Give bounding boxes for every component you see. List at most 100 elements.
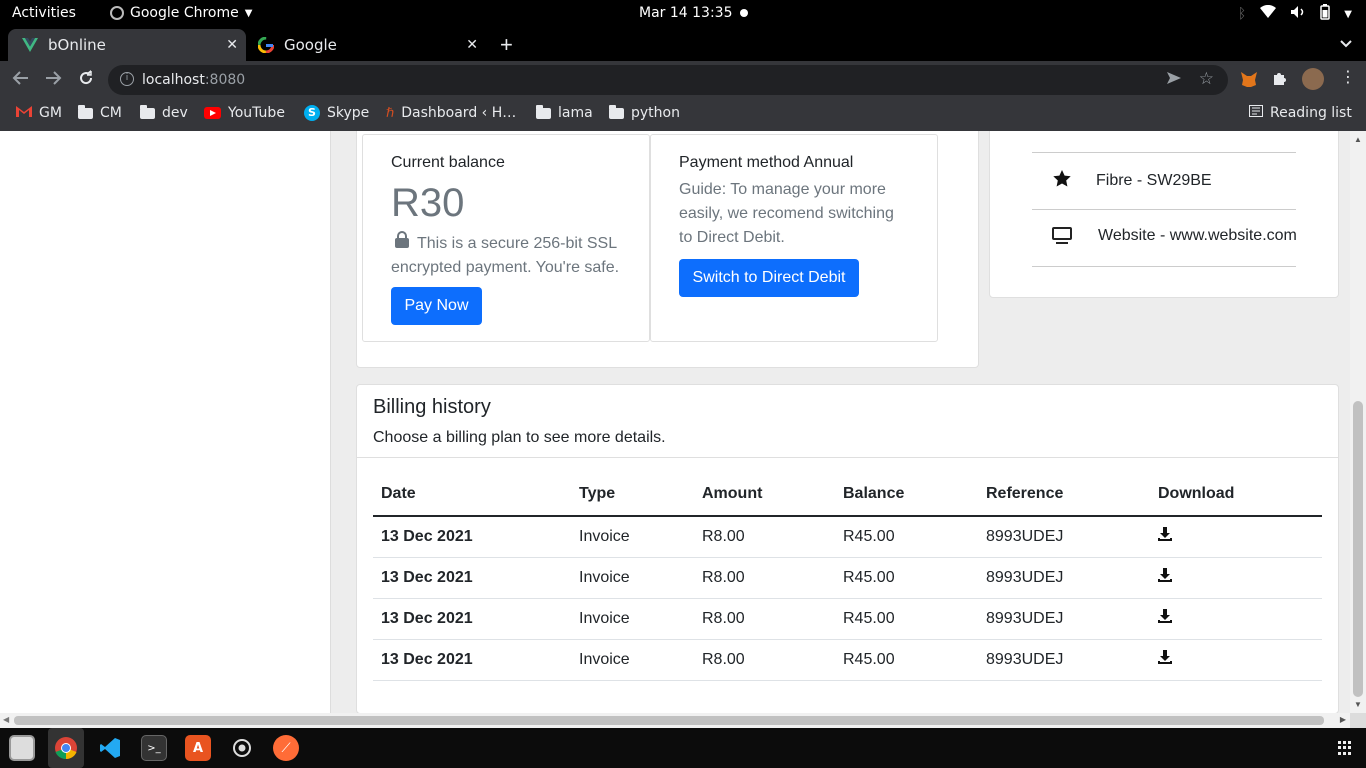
close-tab-icon[interactable]: ✕ — [226, 37, 238, 53]
bookmark-dev[interactable]: dev — [140, 104, 188, 121]
table-row[interactable]: 13 Dec 2021 Invoice R8.00 R45.00 8993UDE… — [373, 516, 1322, 558]
table-row[interactable]: 13 Dec 2021 Invoice R8.00 R45.00 8993UDE… — [373, 639, 1322, 681]
chrome-dock-icon[interactable] — [53, 735, 79, 761]
send-to-device-icon[interactable] — [1166, 71, 1182, 89]
address-bar[interactable]: i localhost:8080 ☆ — [108, 65, 1228, 95]
services-card: Fibre - SW29BE Website - www.website.com — [989, 131, 1339, 298]
column-header: Type — [571, 473, 694, 517]
bookmark-skype[interactable]: S Skype — [304, 105, 369, 121]
app-menu-label: Google Chrome — [130, 5, 239, 21]
row-balance: R45.00 — [835, 598, 978, 640]
current-balance-card: Current balance R30 This is a secure 256… — [362, 134, 650, 342]
monitor-icon — [1052, 227, 1072, 245]
row-date: 13 Dec 2021 — [373, 557, 571, 599]
row-date: 13 Dec 2021 — [373, 639, 571, 681]
divider — [1032, 152, 1296, 153]
row-amount: R8.00 — [694, 639, 835, 681]
settings-gear-icon[interactable] — [229, 735, 255, 761]
clock[interactable]: Mar 14 13:35 — [639, 5, 732, 21]
column-header: Download — [1150, 473, 1322, 517]
wifi-icon[interactable] — [1260, 4, 1277, 23]
tab-google[interactable]: Google ✕ — [246, 29, 486, 61]
scroll-up-arrow-icon[interactable]: ▲ — [1354, 135, 1362, 144]
bookmark-lama[interactable]: lama — [536, 104, 593, 121]
payment-overview-card: Current balance R30 This is a secure 256… — [356, 131, 979, 368]
row-type: Invoice — [571, 639, 694, 681]
bluetooth-icon[interactable]: ᛒ — [1238, 6, 1246, 22]
power-menu-chevron-icon[interactable]: ▼ — [1344, 9, 1352, 20]
bookmark-dashboard[interactable]: ℏ Dashboard ‹ H… — [386, 105, 516, 121]
gmail-icon — [16, 105, 32, 121]
switch-direct-debit-button[interactable]: Switch to Direct Debit — [679, 259, 859, 297]
lock-icon — [395, 231, 409, 248]
divider — [1032, 266, 1296, 267]
scroll-right-arrow-icon[interactable]: ▶ — [1340, 715, 1346, 724]
postman-icon[interactable]: ⟋ — [273, 735, 299, 761]
download-icon[interactable] — [1158, 568, 1172, 582]
scroll-left-arrow-icon[interactable]: ◀ — [3, 715, 9, 724]
new-tab-icon[interactable]: + — [500, 32, 513, 58]
divider — [357, 457, 1338, 458]
scrollbar-corner — [1350, 713, 1366, 728]
download-icon[interactable] — [1158, 650, 1172, 664]
page-content: Current balance R30 This is a secure 256… — [0, 131, 1366, 713]
download-icon[interactable] — [1158, 609, 1172, 623]
payment-method-card: Payment method Annual Guide: To manage y… — [650, 134, 938, 342]
tab-search-chevron-icon[interactable] — [1340, 35, 1352, 53]
horizontal-scrollbar[interactable]: ◀ ▶ — [0, 713, 1350, 728]
bookmark-python[interactable]: python — [609, 104, 680, 121]
forward-icon[interactable] — [44, 70, 62, 91]
reload-icon[interactable] — [78, 70, 94, 91]
show-applications-icon[interactable] — [1338, 741, 1352, 755]
skype-icon: S — [304, 105, 320, 121]
vscode-icon[interactable] — [97, 735, 123, 761]
row-reference: 8993UDEJ — [978, 516, 1150, 558]
column-header: Date — [373, 473, 571, 517]
software-center-icon[interactable]: A — [185, 735, 211, 761]
bookmark-star-icon[interactable]: ☆ — [1199, 69, 1214, 89]
bookmark-youtube[interactable]: YouTube — [204, 105, 285, 121]
billing-table: Date Type Amount Balance Reference Downl… — [373, 473, 1322, 681]
app-menu[interactable]: Google Chrome ▼ — [110, 5, 252, 21]
chevron-down-icon: ▼ — [244, 7, 253, 19]
activities-button[interactable]: Activities — [12, 5, 76, 21]
extensions-puzzle-icon[interactable] — [1272, 70, 1288, 91]
column-header: Reference — [978, 473, 1150, 517]
files-icon[interactable] — [9, 735, 35, 761]
tab-bonline[interactable]: bOnline ✕ — [8, 29, 246, 61]
tab-title: bOnline — [48, 36, 106, 54]
vertical-scroll-thumb[interactable] — [1353, 401, 1363, 697]
profile-avatar[interactable] — [1302, 68, 1324, 90]
table-row[interactable]: 13 Dec 2021 Invoice R8.00 R45.00 8993UDE… — [373, 598, 1322, 640]
row-reference: 8993UDEJ — [978, 639, 1150, 681]
youtube-icon — [204, 107, 221, 119]
balance-title: Current balance — [391, 154, 505, 171]
browser-toolbar: i localhost:8080 ☆ ⋮ — [0, 61, 1366, 99]
tab-title: Google — [284, 36, 337, 54]
bookmark-gm[interactable]: GM — [16, 105, 62, 121]
billing-subtitle: Choose a billing plan to see more detail… — [373, 429, 666, 446]
terminal-icon[interactable]: >_ — [141, 735, 167, 761]
url-text[interactable]: localhost:8080 — [142, 72, 245, 88]
horizontal-scroll-thumb[interactable] — [14, 716, 1324, 725]
metamask-icon[interactable] — [1240, 70, 1258, 93]
volume-icon[interactable] — [1290, 5, 1306, 23]
row-type: Invoice — [571, 598, 694, 640]
more-menu-icon[interactable]: ⋮ — [1340, 67, 1356, 87]
download-icon[interactable] — [1158, 527, 1172, 542]
bookmark-cm[interactable]: CM — [78, 104, 122, 121]
column-header: Amount — [694, 473, 835, 517]
system-tray[interactable]: ᛒ ▼ — [1238, 4, 1352, 24]
balance-amount: R30 — [391, 181, 465, 225]
table-row[interactable]: 13 Dec 2021 Invoice R8.00 R45.00 8993UDE… — [373, 557, 1322, 599]
scroll-down-arrow-icon[interactable]: ▼ — [1354, 700, 1362, 709]
close-tab-icon[interactable]: ✕ — [466, 37, 478, 53]
folder-icon — [609, 104, 624, 119]
reading-list-button[interactable]: Reading list — [1249, 105, 1352, 121]
row-type: Invoice — [571, 557, 694, 599]
site-info-icon[interactable]: i — [120, 72, 134, 86]
vertical-scrollbar[interactable]: ▲ ▼ — [1350, 131, 1366, 713]
pay-now-button[interactable]: Pay Now — [391, 287, 482, 325]
battery-icon[interactable] — [1320, 4, 1331, 24]
back-icon[interactable] — [12, 70, 30, 91]
